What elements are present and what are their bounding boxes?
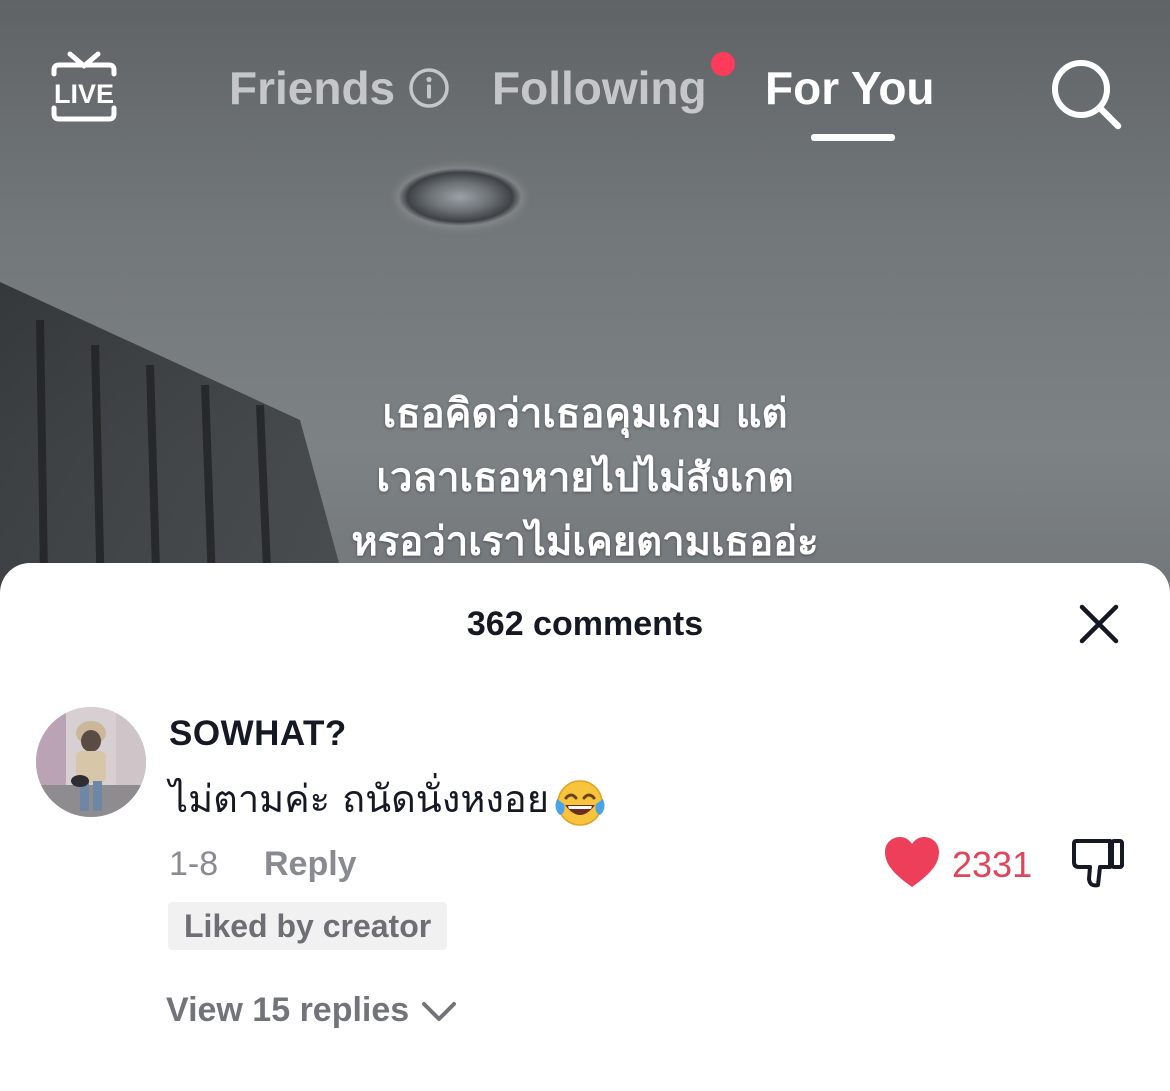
dislike-button[interactable] — [1070, 835, 1126, 891]
info-icon[interactable] — [408, 67, 450, 109]
comment-username[interactable]: SOWHAT? — [169, 713, 347, 755]
like-count: 2331 — [952, 844, 1033, 885]
close-icon — [1079, 604, 1119, 644]
notification-dot — [711, 52, 735, 76]
caption-line: เวลาเธอหายไปไม่สังเกต — [376, 455, 794, 501]
search-icon — [1052, 60, 1122, 130]
comment-date: 1-8 — [169, 845, 219, 883]
face-with-tears-of-joy-icon — [555, 779, 605, 826]
tab-friends[interactable]: Friends — [229, 60, 395, 116]
comments-count-title: 362 comments — [466, 605, 704, 643]
tab-for-you[interactable]: For You — [765, 60, 935, 116]
comment-body: ไม่ตามค่ะ ถนัดนั่งหงอย — [169, 777, 550, 821]
comment-text: ไม่ตามค่ะ ถนัดนั่งหงอย — [169, 771, 609, 831]
caption-line: เธอคิดว่าเธอคุมเกม แต่ — [382, 391, 788, 437]
thumbs-down-icon — [1072, 839, 1124, 888]
reply-button[interactable]: Reply — [264, 844, 357, 884]
ceiling-lamp — [398, 168, 522, 226]
live-label: LIVE — [54, 79, 114, 109]
video-caption: เธอคิดว่าเธอคุมเกม แต่ เวลาเธอหายไปไม่สั… — [0, 382, 1170, 574]
tab-following[interactable]: Following — [492, 60, 707, 116]
live-tv-icon: LIVE — [51, 51, 117, 122]
live-button[interactable]: LIVE — [44, 48, 124, 128]
active-tab-indicator — [811, 134, 895, 141]
like-button[interactable] — [883, 835, 941, 889]
view-replies-label: View 15 replies — [166, 991, 410, 1029]
close-button[interactable] — [1076, 601, 1122, 647]
liked-by-creator-badge: Liked by creator — [168, 902, 448, 950]
comments-sheet: 362 comments SOWHAT? ไม่ตามค่ะ ถนัดนั่งห… — [0, 563, 1170, 1091]
heart-icon — [885, 837, 939, 887]
top-navigation: LIVE Friends Following For You — [0, 0, 1170, 160]
view-replies-button[interactable]: View 15 replies — [166, 989, 457, 1031]
avatar[interactable] — [36, 707, 146, 817]
chevron-down-icon — [422, 1002, 457, 1022]
search-button[interactable] — [1048, 56, 1124, 132]
